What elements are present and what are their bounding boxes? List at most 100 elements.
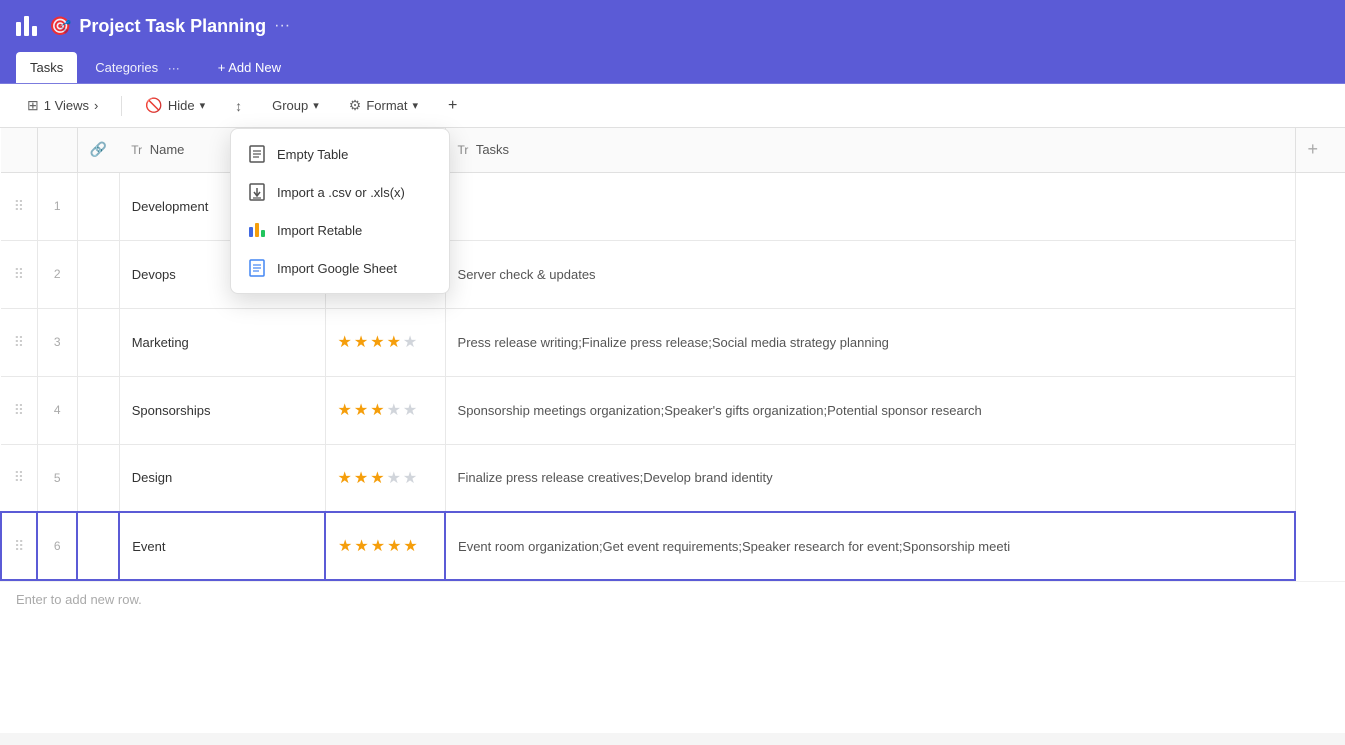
import-google-label: Import Google Sheet (277, 261, 397, 276)
format-chevron: ▾ (413, 99, 419, 112)
views-button[interactable]: ⊞ 1 Views › (16, 91, 109, 120)
row-drag-handle[interactable]: ⠿ (1, 172, 37, 240)
format-label: Format (366, 98, 407, 113)
row-tasks[interactable] (445, 172, 1295, 240)
star-3[interactable]: ★ (371, 536, 385, 556)
row-name[interactable]: Design (119, 444, 325, 512)
group-button[interactable]: Group ▾ (261, 92, 330, 119)
th-tasks-label: Tasks (476, 142, 509, 157)
th-link: 🔗 (77, 128, 119, 172)
table-row: ⠿2Devops★★★★★Server check & updates (1, 240, 1345, 308)
data-table: 🔗 Tr Name ★ Tr Tasks + ⠿1Development★ (0, 128, 1345, 581)
header-more-button[interactable]: ··· (274, 17, 290, 35)
th-name-label: Name (150, 142, 185, 157)
row-name[interactable]: Marketing (119, 308, 325, 376)
row-rating[interactable]: ★★★★★ (325, 444, 445, 512)
row-link-col (77, 308, 119, 376)
import-google-icon (247, 258, 267, 278)
star-5[interactable]: ★ (403, 536, 417, 556)
header-title-area: 🎯 Project Task Planning ··· (49, 16, 1329, 37)
group-chevron: ▾ (313, 99, 319, 112)
table-row: ⠿5Design★★★★★Finalize press release crea… (1, 444, 1345, 512)
dropdown-item-import-retable[interactable]: Import Retable (231, 211, 449, 249)
star-4[interactable]: ★ (387, 536, 401, 556)
format-button[interactable]: ⚙ Format ▾ (338, 91, 429, 120)
row-tasks[interactable]: Sponsorship meetings organization;Speake… (445, 376, 1295, 444)
table-row: ⠿3Marketing★★★★★Press release writing;Fi… (1, 308, 1345, 376)
star-2[interactable]: ★ (354, 468, 368, 488)
tabs-row: Tasks Categories ··· + Add New (0, 52, 1345, 84)
th-tasks[interactable]: Tr Tasks (445, 128, 1295, 172)
th-drag (1, 128, 37, 172)
star-1[interactable]: ★ (338, 536, 352, 556)
tab-tasks[interactable]: Tasks (16, 52, 77, 83)
row-drag-handle[interactable]: ⠿ (1, 512, 37, 580)
row-drag-handle[interactable]: ⠿ (1, 444, 37, 512)
row-rating[interactable]: ★★★★★ (325, 308, 445, 376)
star-1[interactable]: ★ (338, 468, 352, 488)
views-icon: ⊞ (27, 97, 39, 114)
row-name[interactable]: Event (119, 512, 325, 580)
row-number: 4 (37, 376, 77, 444)
row-link-col (77, 444, 119, 512)
row-name[interactable]: Sponsorships (119, 376, 325, 444)
star-5[interactable]: ★ (403, 400, 417, 420)
star-2[interactable]: ★ (354, 400, 368, 420)
format-gear-icon: ⚙ (349, 97, 362, 114)
star-5[interactable]: ★ (403, 468, 417, 488)
import-retable-icon (247, 220, 267, 240)
row-drag-handle[interactable]: ⠿ (1, 308, 37, 376)
app-header: 🎯 Project Task Planning ··· (0, 0, 1345, 52)
row-tasks[interactable]: Server check & updates (445, 240, 1295, 308)
add-new-button[interactable]: + Add New (206, 54, 293, 81)
empty-table-label: Empty Table (277, 147, 348, 162)
row-tasks[interactable]: Event room organization;Get event requir… (445, 512, 1295, 580)
row-drag-handle[interactable]: ⠿ (1, 376, 37, 444)
dropdown-item-empty-table[interactable]: Empty Table (231, 135, 449, 173)
dropdown-item-import-google[interactable]: Import Google Sheet (231, 249, 449, 287)
add-field-button[interactable]: + (437, 91, 468, 121)
target-icon: 🎯 (49, 16, 71, 37)
star-4[interactable]: ★ (387, 332, 401, 352)
sort-icon: ↕ (235, 98, 242, 114)
star-2[interactable]: ★ (354, 536, 368, 556)
sort-button[interactable]: ↕ (224, 92, 253, 120)
star-2[interactable]: ★ (354, 332, 368, 352)
views-chevron: › (94, 98, 98, 113)
th-num (37, 128, 77, 172)
star-1[interactable]: ★ (338, 400, 352, 420)
row-tasks[interactable]: Finalize press release creatives;Develop… (445, 444, 1295, 512)
row-drag-handle[interactable]: ⠿ (1, 240, 37, 308)
row-number: 6 (37, 512, 77, 580)
star-3[interactable]: ★ (370, 332, 384, 352)
link-icon: 🔗 (90, 141, 107, 157)
hide-chevron: ▾ (200, 99, 206, 112)
th-add-col[interactable]: + (1295, 128, 1345, 172)
row-rating[interactable]: ★★★★★ (325, 376, 445, 444)
star-1[interactable]: ★ (338, 332, 352, 352)
tab-categories-more[interactable]: ··· (168, 61, 180, 75)
row-tasks[interactable]: Press release writing;Finalize press rel… (445, 308, 1295, 376)
hide-button[interactable]: 🚫 Hide ▾ (134, 91, 216, 120)
star-5[interactable]: ★ (403, 332, 417, 352)
toolbar-divider-1 (121, 96, 122, 116)
empty-table-icon (247, 144, 267, 164)
star-4[interactable]: ★ (387, 400, 401, 420)
star-3[interactable]: ★ (370, 468, 384, 488)
table-row: ⠿1Development★★★★★ (1, 172, 1345, 240)
row-rating[interactable]: ★★★★★ (325, 512, 445, 580)
row-link-col (77, 376, 119, 444)
name-col-icon: Tr (131, 143, 142, 157)
row-number: 1 (37, 172, 77, 240)
tab-categories[interactable]: Categories ··· (81, 52, 194, 83)
row-link-col (77, 512, 119, 580)
import-csv-icon (247, 182, 267, 202)
dropdown-item-import-csv[interactable]: Import a .csv or .xls(x) (231, 173, 449, 211)
star-4[interactable]: ★ (387, 468, 401, 488)
table-row: ⠿6Event★★★★★Event room organization;Get … (1, 512, 1345, 580)
hide-label: Hide (168, 98, 195, 113)
star-3[interactable]: ★ (370, 400, 384, 420)
row-number: 5 (37, 444, 77, 512)
app-logo (16, 16, 37, 36)
tasks-col-icon: Tr (458, 143, 469, 157)
